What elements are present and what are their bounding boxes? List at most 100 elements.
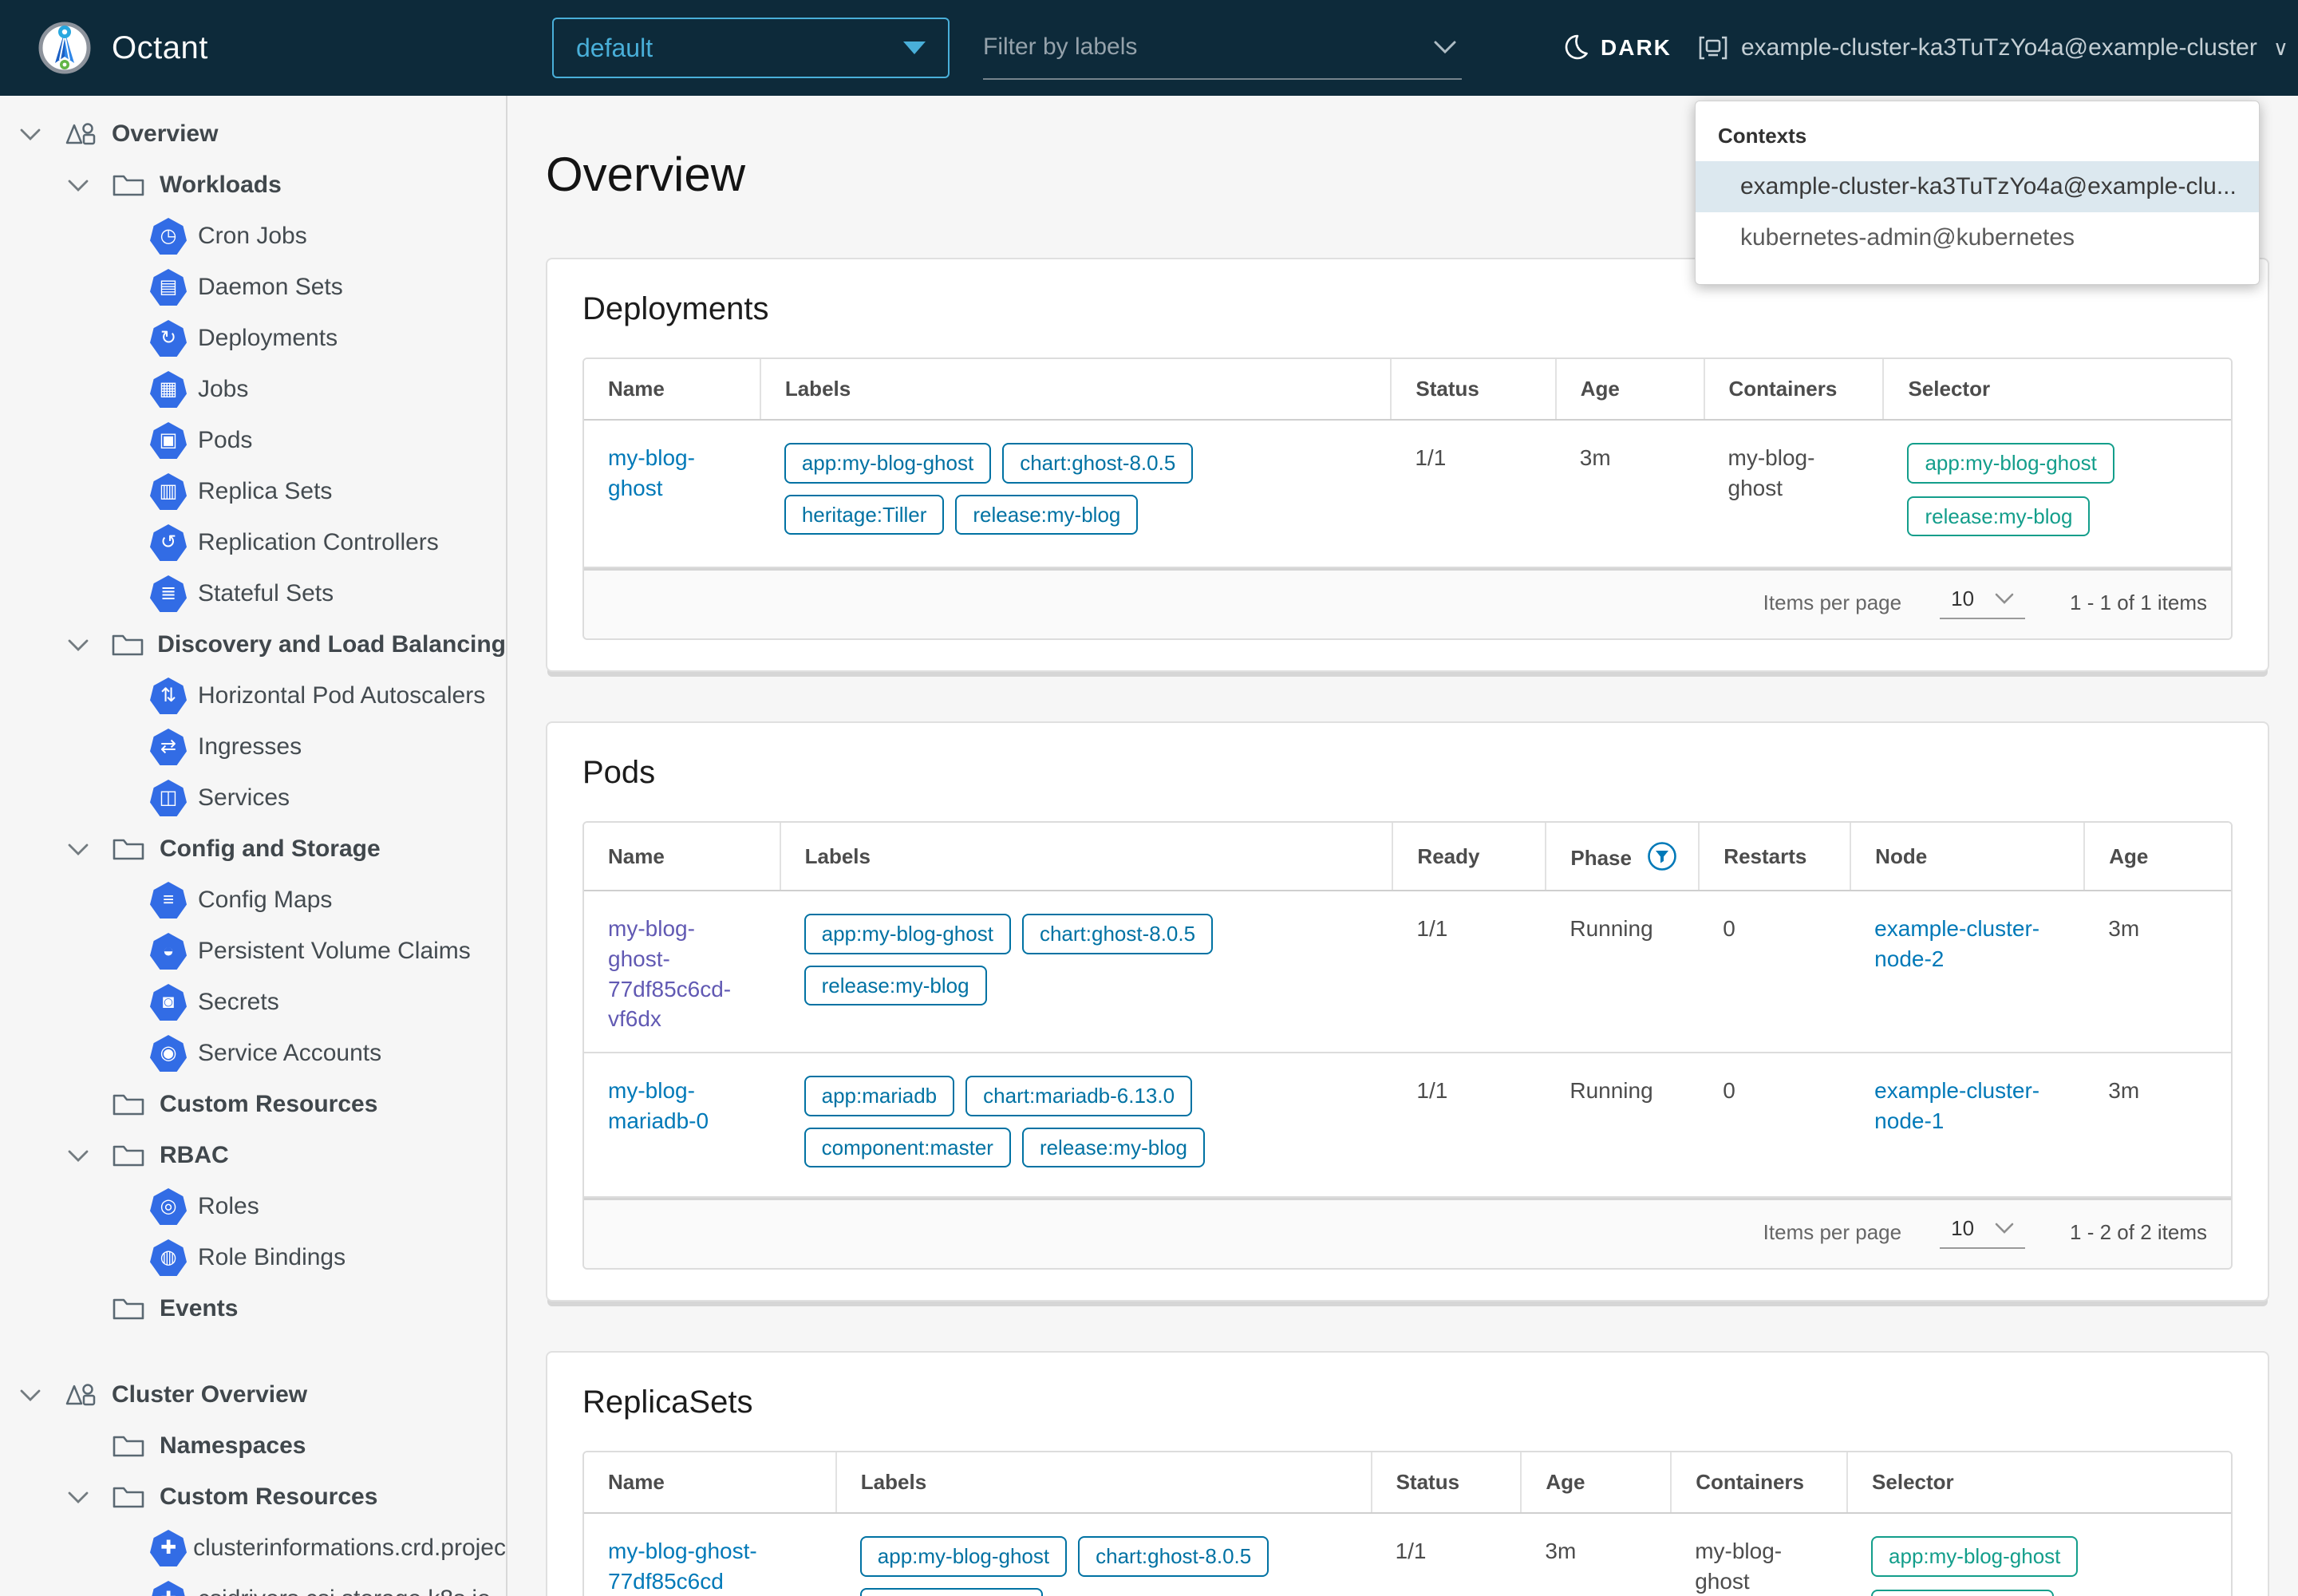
label-pill[interactable]: component:master bbox=[804, 1128, 1011, 1168]
sidebar-item-pods[interactable]: ▣Pods bbox=[0, 415, 506, 466]
sidebar-item-rbac[interactable]: RBAC bbox=[0, 1130, 506, 1181]
label-pill[interactable]: app:mariadb bbox=[804, 1076, 955, 1116]
resource-link[interactable]: my-blog-mariadb-0 bbox=[608, 1078, 709, 1133]
contexts-dropdown: Contexts example-cluster-ka3TuTzYo4a@exa… bbox=[1695, 101, 2260, 285]
caret-down-icon bbox=[903, 41, 926, 54]
sidebar-item-role-bindings[interactable]: ◍Role Bindings bbox=[0, 1232, 506, 1283]
column-header-labels: Labels bbox=[760, 359, 1392, 420]
sidebar-item-service-accounts[interactable]: ◉Service Accounts bbox=[0, 1028, 506, 1079]
namespace-select[interactable]: default bbox=[552, 18, 950, 78]
sidebar-item-horizontal-pod-autoscalers[interactable]: ⇅Horizontal Pod Autoscalers bbox=[0, 670, 506, 721]
context-menu-item-kubernetes-admin-kubernetes[interactable]: kubernetes-admin@kubernetes bbox=[1696, 212, 2259, 263]
label-pill[interactable]: release:my-blog bbox=[1022, 1128, 1205, 1168]
sidebar-item-events[interactable]: Events bbox=[0, 1283, 506, 1334]
k8s-hpa-icon: ⇅ bbox=[150, 678, 198, 714]
phase-filter-icon[interactable] bbox=[1646, 840, 1678, 872]
label-pill[interactable]: release:my-blog bbox=[804, 966, 987, 1006]
column-header-restarts: Restarts bbox=[1699, 823, 1850, 891]
page-size-select[interactable]: 10 bbox=[1940, 1216, 2025, 1249]
sidebar-item-discovery-and-load-balancing[interactable]: Discovery and Load Balancing bbox=[0, 619, 506, 670]
cell-selectors: app:my-blog-ghostrelease:my-blog bbox=[1847, 1513, 2231, 1596]
label-pill[interactable]: release:my-blog bbox=[860, 1588, 1043, 1596]
cell-value: Running bbox=[1570, 1078, 1652, 1103]
sidebar-item-workloads[interactable]: Workloads bbox=[0, 160, 506, 211]
resource-link[interactable]: my-blog-ghost-77df85c6cd-vf6dx bbox=[608, 916, 731, 1031]
chevron-down-icon[interactable] bbox=[67, 1491, 112, 1504]
chevron-down-icon[interactable] bbox=[19, 1389, 64, 1402]
cell-text: 3m bbox=[2084, 891, 2231, 1053]
sidebar-item-namespaces[interactable]: Namespaces bbox=[0, 1420, 506, 1472]
label-pill[interactable]: app:my-blog-ghost bbox=[784, 443, 991, 484]
sidebar-item-label: Secrets bbox=[198, 989, 279, 1016]
column-header-name: Name bbox=[584, 1452, 836, 1513]
sidebar-item-daemon-sets[interactable]: ▤Daemon Sets bbox=[0, 262, 506, 313]
column-header-name: Name bbox=[584, 823, 780, 891]
label-pill[interactable]: chart:mariadb-6.13.0 bbox=[965, 1076, 1192, 1116]
label-pill[interactable]: release:my-blog bbox=[955, 495, 1138, 535]
label-pill[interactable]: heritage:Tiller bbox=[784, 495, 945, 535]
cell-text: my-blog-ghost bbox=[1704, 420, 1884, 567]
sidebar-item-roles[interactable]: ◎Roles bbox=[0, 1181, 506, 1232]
resource-link[interactable]: my-blog-ghost bbox=[608, 445, 695, 500]
cell-value: 3m bbox=[1545, 1539, 1576, 1563]
resource-link[interactable]: example-cluster-node-1 bbox=[1874, 1078, 2039, 1133]
label-pill[interactable]: app:my-blog-ghost bbox=[804, 914, 1011, 954]
folder-icon bbox=[112, 1091, 160, 1118]
sidebar-item-clusterinformations-crd-projec[interactable]: ✚clusterinformations.crd.projec bbox=[0, 1523, 506, 1574]
label-pill[interactable]: chart:ghost-8.0.5 bbox=[1002, 443, 1193, 484]
sidebar-item-persistent-volume-claims[interactable]: ◒Persistent Volume Claims bbox=[0, 926, 506, 977]
cell-value: 3m bbox=[2108, 916, 2139, 941]
chevron-down-icon[interactable] bbox=[67, 638, 111, 652]
label-pill[interactable]: chart:ghost-8.0.5 bbox=[1022, 914, 1213, 954]
pagination-range: 1 - 1 of 1 items bbox=[2070, 591, 2207, 615]
resource-link[interactable]: example-cluster-node-2 bbox=[1874, 916, 2039, 971]
resource-table: NameLabelsStatusAgeContainersSelectormy-… bbox=[582, 1451, 2233, 1596]
octant-logo-icon bbox=[38, 0, 91, 96]
chevron-down-icon[interactable] bbox=[67, 1149, 112, 1163]
card-title: Pods bbox=[582, 755, 2233, 791]
sidebar-item-label: clusterinformations.crd.projec bbox=[193, 1535, 506, 1562]
table-row: my-blog-ghost app:my-blog-ghost chart:ghos… bbox=[584, 420, 2231, 567]
sidebar-item-config-and-storage[interactable]: Config and Storage bbox=[0, 824, 506, 875]
chevron-down-icon[interactable] bbox=[19, 128, 64, 141]
context-selector-button[interactable]: example-cluster-ka3TuTzYo4a@example-clus… bbox=[1698, 0, 2288, 96]
k8s-daemonset-icon: ▤ bbox=[150, 269, 198, 306]
chevron-down-icon[interactable] bbox=[67, 179, 112, 192]
resource-link[interactable]: my-blog-ghost-77df85c6cd bbox=[608, 1539, 757, 1594]
sidebar-item-deployments[interactable]: ↻Deployments bbox=[0, 313, 506, 364]
sidebar-item-secrets[interactable]: ◙Secrets bbox=[0, 977, 506, 1028]
page-size-select[interactable]: 10 bbox=[1940, 587, 2025, 619]
cell-text: 0 bbox=[1699, 891, 1850, 1053]
cell-text: 3m bbox=[2084, 1053, 2231, 1197]
sidebar-item-replica-sets[interactable]: ▥Replica Sets bbox=[0, 466, 506, 517]
label-filter-input[interactable]: Filter by labels bbox=[983, 16, 1462, 80]
sidebar-item-cluster-overview[interactable]: Cluster Overview bbox=[0, 1369, 506, 1420]
sidebar-item-ingresses[interactable]: ⇄Ingresses bbox=[0, 721, 506, 772]
k8s-rolebinding-icon: ◍ bbox=[150, 1239, 198, 1276]
sidebar-item-services[interactable]: ◫Services bbox=[0, 772, 506, 824]
k8s-replicaset-icon: ▥ bbox=[150, 473, 198, 510]
dark-mode-toggle[interactable]: DARK bbox=[1561, 0, 1672, 96]
sidebar-item-label: Config and Storage bbox=[160, 836, 381, 863]
sidebar-item-overview[interactable]: Overview bbox=[0, 109, 506, 160]
table-row: my-blog-ghost-77df85c6cd app:my-blog-ghos… bbox=[584, 1513, 2231, 1596]
chevron-down-icon bbox=[1995, 593, 2014, 605]
sidebar-item-cron-jobs[interactable]: ◷Cron Jobs bbox=[0, 211, 506, 262]
label-pill[interactable]: app:my-blog-ghost bbox=[860, 1536, 1067, 1577]
chevron-down-icon[interactable] bbox=[67, 843, 112, 856]
sidebar-item-replication-controllers[interactable]: ↺Replication Controllers bbox=[0, 517, 506, 568]
sidebar-item-custom-resources[interactable]: Custom Resources bbox=[0, 1079, 506, 1130]
cell-text: 1/1 bbox=[1391, 420, 1555, 567]
sidebar-item-custom-resources[interactable]: Custom Resources bbox=[0, 1472, 506, 1523]
sidebar-item-stateful-sets[interactable]: ≣Stateful Sets bbox=[0, 568, 506, 619]
cell-name: example-cluster-node-1 bbox=[1850, 1053, 2084, 1197]
sidebar-item-jobs[interactable]: ▦Jobs bbox=[0, 364, 506, 415]
label-pill[interactable]: chart:ghost-8.0.5 bbox=[1078, 1536, 1269, 1577]
cell-text: Running bbox=[1546, 891, 1699, 1053]
sidebar-item-config-maps[interactable]: ≡Config Maps bbox=[0, 875, 506, 926]
app-header: Octant default Filter by labels DARK exa… bbox=[0, 0, 2298, 96]
sidebar-item-csidrivers-csi-storage-k8s-io[interactable]: ✚csidrivers.csi.storage.k8s.io bbox=[0, 1574, 506, 1596]
context-menu-item-example-cluster-ka3tutzyo4a-example-clu[interactable]: example-cluster-ka3TuTzYo4a@example-clu.… bbox=[1696, 161, 2259, 212]
sidebar-item-label: Cluster Overview bbox=[112, 1381, 307, 1408]
cell-text: 3m bbox=[1556, 420, 1704, 567]
